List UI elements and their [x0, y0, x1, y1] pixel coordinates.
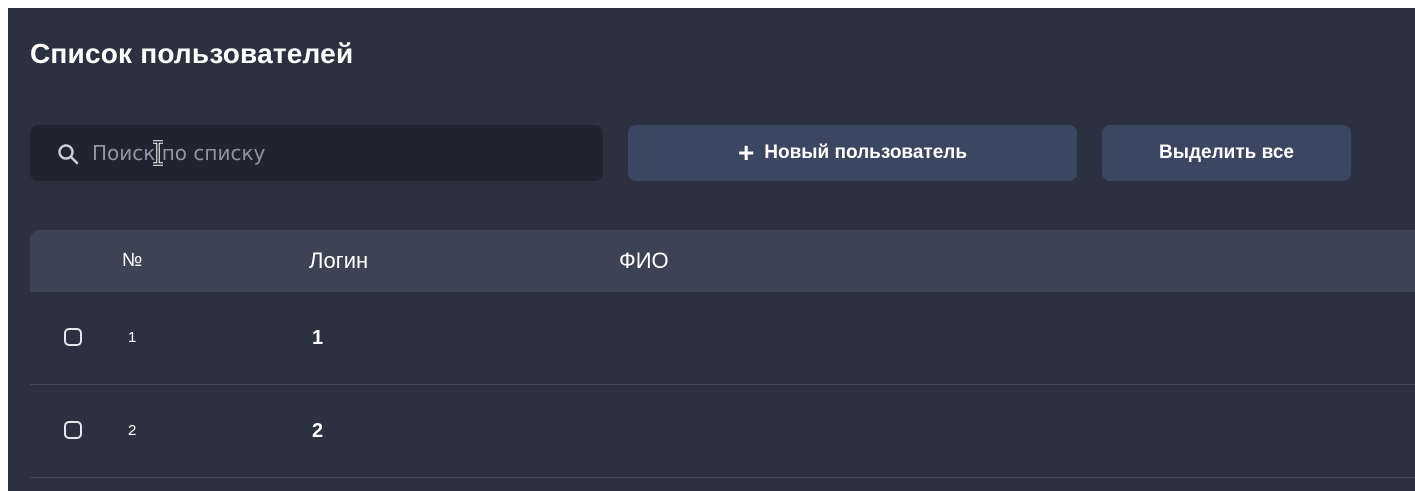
- row-number: 1: [128, 329, 137, 346]
- row-number: 2: [128, 422, 137, 439]
- column-header-fio[interactable]: ФИО: [619, 230, 669, 292]
- new-user-button[interactable]: + Новый пользователь: [628, 125, 1077, 181]
- page-title: Список пользователей: [30, 38, 354, 69]
- row-checkbox[interactable]: [64, 421, 82, 439]
- table-row[interactable]: 1 1: [30, 292, 1415, 385]
- row-login: 1: [312, 327, 324, 349]
- search-box[interactable]: [30, 125, 603, 181]
- row-login: 2: [312, 420, 324, 442]
- select-all-button[interactable]: Выделить все: [1102, 125, 1351, 181]
- search-icon: [58, 144, 79, 165]
- column-header-num[interactable]: №: [122, 230, 142, 292]
- select-all-label: Выделить все: [1159, 142, 1294, 163]
- users-panel: Список пользователей + Новый пользовател…: [8, 8, 1415, 491]
- plus-icon: +: [737, 137, 755, 168]
- table-header: № Логин ФИО: [30, 230, 1415, 292]
- text-cursor-icon: [153, 140, 163, 166]
- table-row[interactable]: 2 2: [30, 385, 1415, 478]
- row-checkbox[interactable]: [64, 328, 82, 346]
- new-user-label: Новый пользователь: [764, 142, 968, 163]
- column-header-login[interactable]: Логин: [309, 230, 368, 292]
